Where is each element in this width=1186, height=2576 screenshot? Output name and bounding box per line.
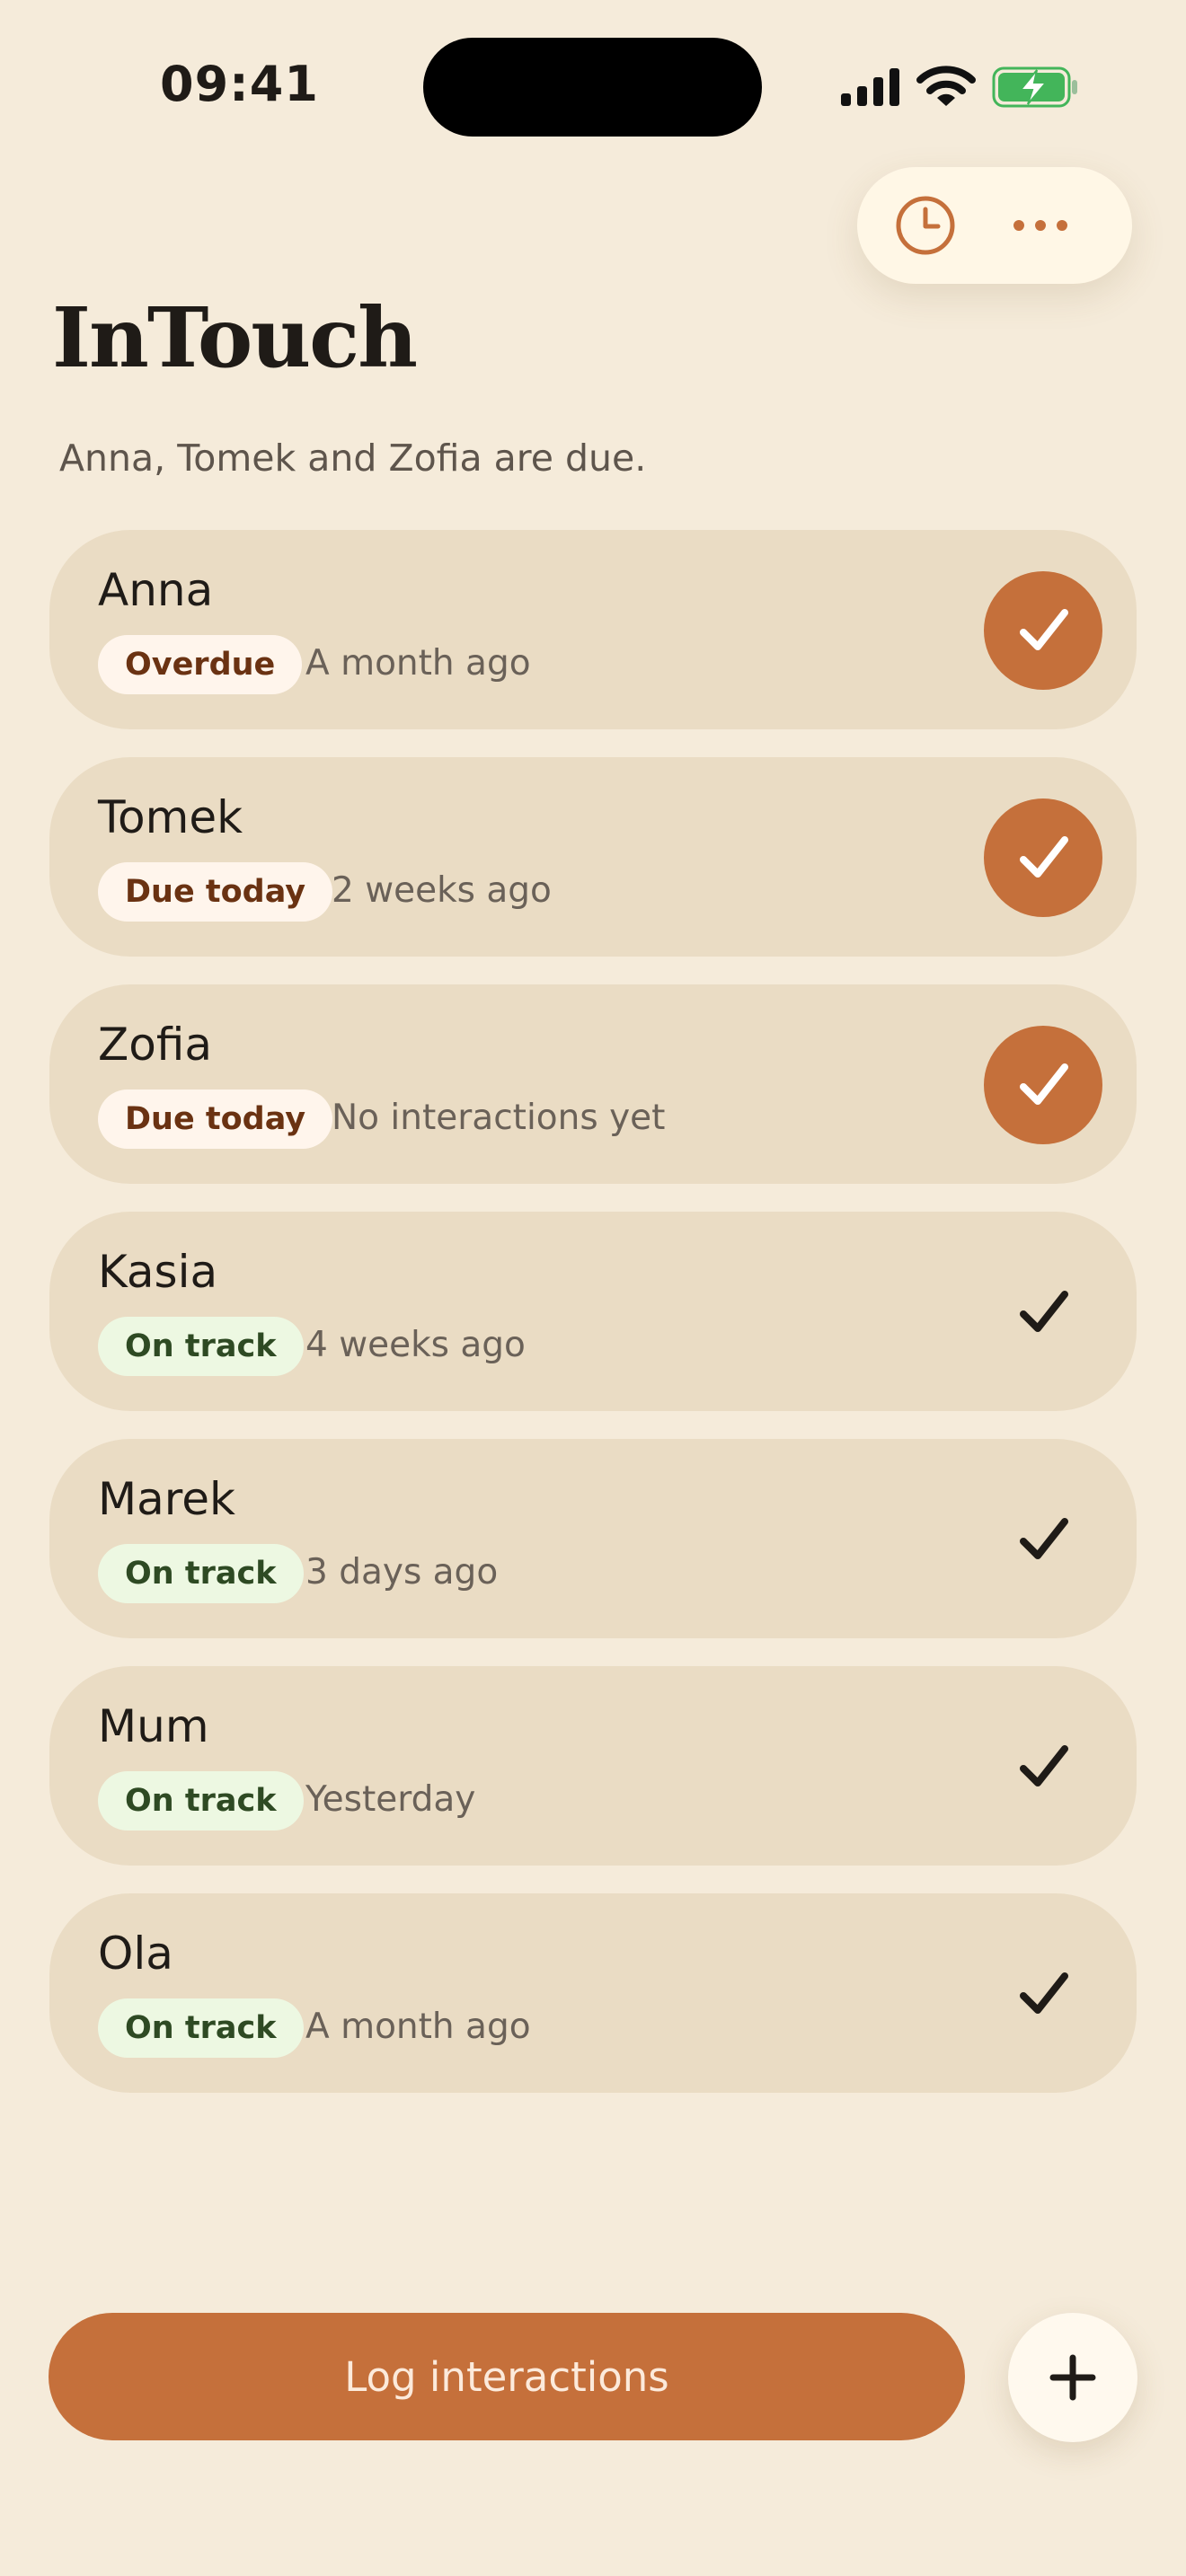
top-actions-pill <box>857 167 1132 284</box>
mark-done-button[interactable] <box>984 798 1102 917</box>
clock-icon <box>896 196 955 255</box>
log-interactions-button[interactable]: Log interactions <box>49 2313 965 2440</box>
status-badge: Due today <box>98 862 333 922</box>
mark-done-button[interactable] <box>984 1026 1102 1144</box>
contact-name: Kasia <box>98 1246 218 1298</box>
contact-card-tomek[interactable]: Tomek Due today 2 weeks ago <box>49 757 1137 957</box>
contact-card-zofia[interactable]: Zofia Due today No interactions yet <box>49 984 1137 1184</box>
checkmark-icon <box>1020 1063 1068 1105</box>
checkmark-icon <box>1020 1291 1068 1332</box>
mark-done-button[interactable] <box>984 1935 1102 2053</box>
dynamic-island <box>423 38 762 137</box>
last-interaction: No interactions yet <box>332 1098 666 1138</box>
contact-card-marek[interactable]: Marek On track 3 days ago <box>49 1439 1137 1638</box>
last-interaction: 4 weeks ago <box>305 1325 526 1365</box>
contact-name: Mum <box>98 1700 209 1752</box>
contact-card-kasia[interactable]: Kasia On track 4 weeks ago <box>49 1212 1137 1411</box>
wifi-icon <box>916 66 976 106</box>
add-contact-button[interactable] <box>1008 2313 1137 2442</box>
status-badge: On track <box>98 1544 304 1603</box>
last-interaction: A month ago <box>305 2007 531 2047</box>
status-badge: Overdue <box>98 635 303 694</box>
contact-name: Zofia <box>98 1019 212 1071</box>
contact-name: Ola <box>98 1928 173 1980</box>
mark-done-button[interactable] <box>984 1253 1102 1372</box>
contact-name: Tomek <box>98 791 243 843</box>
checkmark-icon <box>1020 1745 1068 1786</box>
mark-done-button[interactable] <box>984 1707 1102 1826</box>
status-bar: 09:41 <box>0 0 1186 171</box>
contact-card-ola[interactable]: Ola On track A month ago <box>49 1893 1137 2093</box>
status-badge: On track <box>98 1998 304 2058</box>
more-options-button[interactable] <box>987 184 1094 267</box>
contact-card-anna[interactable]: Anna Overdue A month ago <box>49 530 1137 729</box>
contact-name: Marek <box>98 1473 235 1525</box>
status-badge: On track <box>98 1771 304 1831</box>
checkmark-icon <box>1020 1518 1068 1559</box>
last-interaction: 3 days ago <box>305 1552 499 1592</box>
status-badge: On track <box>98 1317 304 1376</box>
contact-card-mum[interactable]: Mum On track Yesterday <box>49 1666 1137 1866</box>
contact-list: Anna Overdue A month ago Tomek Due today… <box>49 530 1137 2121</box>
checkmark-icon <box>1020 1972 1068 2014</box>
app-title: InTouch <box>52 289 418 386</box>
mark-done-button[interactable] <box>984 571 1102 690</box>
checkmark-icon <box>1020 609 1068 650</box>
checkmark-icon <box>1020 836 1068 878</box>
plus-icon <box>1049 2354 1096 2401</box>
status-time: 09:41 <box>160 56 319 112</box>
cellular-signal-icon <box>841 68 899 106</box>
ellipsis-icon <box>1013 220 1067 231</box>
due-summary: Anna, Tomek and Zofia are due. <box>59 437 647 480</box>
history-button[interactable] <box>884 184 967 267</box>
mark-done-button[interactable] <box>984 1480 1102 1599</box>
battery-charging-icon <box>992 66 1077 108</box>
last-interaction: A month ago <box>305 643 531 684</box>
last-interaction: Yesterday <box>305 1779 476 1820</box>
contact-name: Anna <box>98 564 214 616</box>
last-interaction: 2 weeks ago <box>332 870 552 911</box>
status-badge: Due today <box>98 1090 333 1149</box>
